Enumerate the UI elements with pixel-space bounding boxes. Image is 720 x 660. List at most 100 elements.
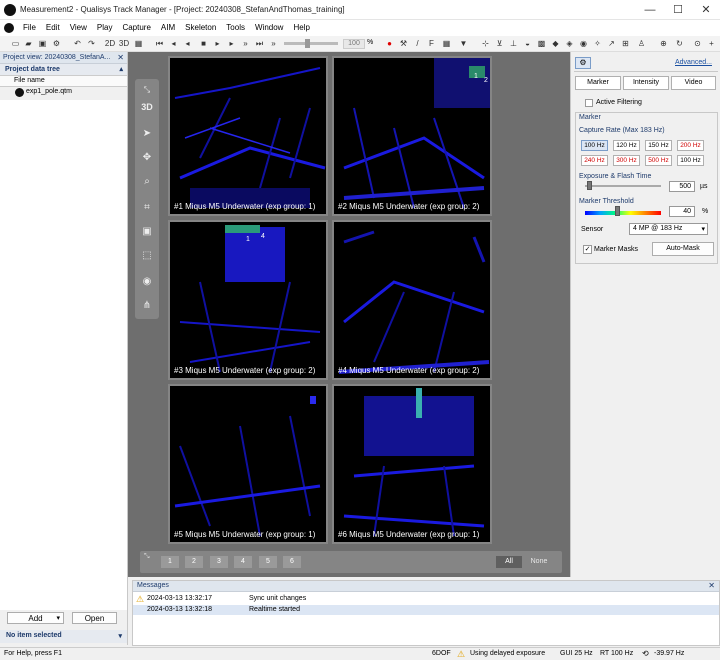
page-4-button[interactable]: 4 (234, 556, 252, 568)
menu-help[interactable]: Help (288, 20, 314, 35)
menu-aim[interactable]: AIM (156, 20, 180, 35)
close-button[interactable]: ✕ (692, 2, 720, 18)
hammer-tool-icon[interactable]: ⚒ (398, 38, 409, 49)
page-1-button[interactable]: 1 (161, 556, 179, 568)
open-button[interactable]: Open (72, 612, 117, 624)
skeleton-icon[interactable]: ♙ (636, 38, 647, 49)
zoom-slider-thumb[interactable] (305, 39, 310, 48)
move-icon[interactable]: ✥ (140, 151, 154, 165)
exposure-slider[interactable] (585, 185, 661, 187)
auto-mask-button[interactable]: Auto-Mask (652, 242, 714, 256)
file-list-item[interactable]: exp1_pole.qtm (0, 87, 127, 98)
label-icon[interactable]: ⊞ (620, 38, 631, 49)
grid-icon[interactable]: ▦ (441, 38, 452, 49)
threshold-input[interactable]: 40 (669, 206, 695, 217)
stop-icon[interactable]: ■ (198, 38, 209, 49)
select-pointer-icon[interactable]: ➤ (140, 127, 154, 141)
menu-tools[interactable]: Tools (221, 20, 250, 35)
cube-icon[interactable]: ◈ (564, 38, 575, 49)
wand-icon[interactable]: / (412, 38, 423, 49)
crosshair-icon[interactable]: ⊕ (658, 38, 669, 49)
camera-snapshot-icon[interactable]: ▣ (140, 225, 154, 239)
cover-icon[interactable]: ↗ (606, 38, 617, 49)
collapse-icon[interactable]: ▴ (119, 65, 123, 73)
close-icon[interactable]: ✕ (117, 53, 124, 62)
menu-window[interactable]: Window (250, 20, 288, 35)
camera-tile-4[interactable]: #4 Miqus M5 Underwater (exp group: 2) (332, 220, 492, 380)
zoom-magnifier-icon[interactable]: ⌕ (140, 175, 154, 189)
marker-region-icon[interactable]: ⬚ (140, 249, 154, 263)
capture-rate-button[interactable]: 150 Hz (645, 140, 672, 151)
message-row[interactable]: ⚠ 2024-03-13 13:32:17 Sync unit changes (133, 594, 719, 604)
capture-rate-button[interactable]: 300 Hz (613, 155, 640, 166)
view-2d-button[interactable]: 2D (104, 38, 116, 49)
advanced-link[interactable]: Advanced... (675, 59, 712, 66)
volume-icon[interactable]: ▩ (536, 38, 547, 49)
tab-intensity[interactable]: Intensity (623, 76, 669, 90)
settings-gear-icon[interactable]: ⚙ (51, 38, 62, 49)
page-6-button[interactable]: 6 (283, 556, 301, 568)
bones-tool-icon[interactable]: ⊻ (494, 38, 505, 49)
project-tree-area[interactable] (0, 100, 127, 610)
capture-rate-button[interactable]: 240 Hz (581, 155, 608, 166)
menu-play[interactable]: Play (92, 20, 118, 35)
redo-icon[interactable]: ↷ (86, 38, 97, 49)
video-view-icon[interactable]: ▦ (133, 38, 144, 49)
new-file-icon[interactable]: ▭ (10, 38, 21, 49)
sensor-mode-select[interactable]: 4 MP @ 183 Hz ▾ (629, 223, 708, 235)
marker-masks-checkbox[interactable]: ✓ (583, 245, 592, 254)
add-icon[interactable]: + (706, 38, 717, 49)
capture-rate-button[interactable]: 120 Hz (613, 140, 640, 151)
mode-3d-button[interactable]: 3D (139, 100, 155, 114)
camera-tile-2[interactable]: 1 2 #2 Miqus M5 Underwater (exp group: 2… (332, 56, 492, 216)
expand-icon[interactable]: ▾ (118, 632, 122, 640)
play-icon[interactable]: ▸ (212, 38, 223, 49)
close-icon[interactable]: ✕ (708, 581, 715, 590)
maximize-button[interactable]: ☐ (664, 2, 692, 18)
camera-tile-3[interactable]: 1 4 #3 Miqus M5 Underwater (exp group: 2… (168, 220, 328, 380)
camera-tile-5[interactable]: #5 Miqus M5 Underwater (exp group: 1) (168, 384, 328, 544)
record-icon[interactable]: ● (384, 38, 395, 49)
circle-tool-icon[interactable]: ⊙ (692, 38, 703, 49)
capture-rate-button[interactable]: 100 Hz (677, 155, 704, 166)
project-data-tree-header[interactable]: Project data tree ▴ (0, 64, 127, 76)
play-backward-icon[interactable]: ◂ (182, 38, 193, 49)
show-all-button[interactable]: All (496, 556, 522, 568)
last-frame-icon[interactable]: ⏭ (254, 38, 265, 49)
trajectory-tool-icon[interactable]: ⊹ (480, 38, 491, 49)
view-3d-button[interactable]: 3D (118, 38, 130, 49)
first-frame-icon[interactable]: ⏮ (154, 38, 165, 49)
marker-rays-icon[interactable]: ✧ (592, 38, 603, 49)
chevron-down-icon[interactable]: ▾ (56, 613, 60, 624)
menu-view[interactable]: View (65, 20, 92, 35)
active-filtering-checkbox[interactable] (585, 99, 593, 107)
page-2-button[interactable]: 2 (185, 556, 203, 568)
menu-skeleton[interactable]: Skeleton (180, 20, 221, 35)
minimize-button[interactable]: — (636, 2, 664, 18)
playback-options-icon[interactable]: » (268, 38, 279, 49)
fast-forward-icon[interactable]: » (240, 38, 251, 49)
camera-tile-6[interactable]: #6 Miqus M5 Underwater (exp group: 1) (332, 384, 492, 544)
add-button[interactable]: Add ▾ (7, 612, 64, 624)
menu-capture[interactable]: Capture (117, 20, 155, 35)
exposure-slider-thumb[interactable] (586, 181, 592, 190)
capture-rate-button[interactable]: 200 Hz (677, 140, 704, 151)
rigid-body-icon[interactable]: ◆ (550, 38, 561, 49)
undo-icon[interactable]: ↶ (72, 38, 83, 49)
filter-icon[interactable]: ▼ (458, 38, 469, 49)
threshold-slider[interactable] (585, 211, 661, 215)
file-name-column-header[interactable]: File name (0, 76, 127, 87)
share-nodes-icon[interactable]: ⋔ (140, 299, 154, 313)
circle-record-icon[interactable]: ◉ (140, 275, 154, 289)
message-row[interactable]: 2024-03-13 13:32:18 Realtime started (133, 605, 719, 615)
zoom-value[interactable]: 100 (343, 39, 365, 49)
frequency-icon[interactable]: F (426, 38, 437, 49)
zoom-slider[interactable] (284, 42, 338, 45)
resize-icon[interactable]: ⤡ (140, 83, 154, 97)
rotate-icon[interactable]: ↻ (674, 38, 685, 49)
previous-frame-icon[interactable]: ◂ (168, 38, 179, 49)
page-5-button[interactable]: 5 (259, 556, 277, 568)
force-plate-icon[interactable]: ◒ (522, 38, 533, 49)
page-3-button[interactable]: 3 (210, 556, 228, 568)
crop-icon[interactable]: ⌗ (140, 201, 154, 215)
